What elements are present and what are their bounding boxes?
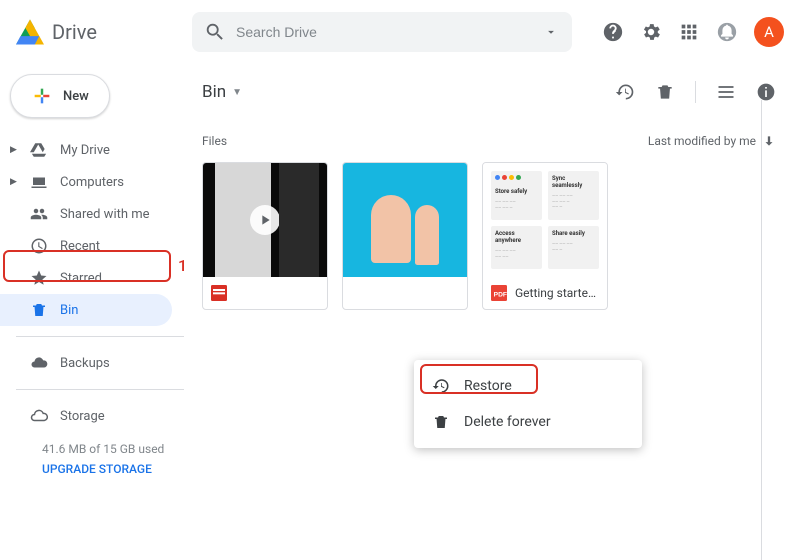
sort-control[interactable]: Last modified by me: [648, 134, 776, 148]
sidebar-item-computers[interactable]: ▶ Computers: [0, 166, 172, 198]
product-name: Drive: [52, 20, 97, 44]
file-thumbnail: [203, 163, 327, 277]
info-icon[interactable]: [756, 82, 776, 102]
nav-label: My Drive: [60, 143, 110, 158]
nav-label: Shared with me: [60, 207, 150, 222]
page-title-dropdown[interactable]: Bin ▼: [202, 82, 242, 102]
sidebar-item-backups[interactable]: ▶ Backups: [0, 347, 172, 379]
nav-label: Recent: [60, 239, 100, 254]
bin-icon: [432, 413, 450, 431]
file-thumbnail: [343, 163, 467, 277]
search-input[interactable]: [236, 24, 560, 40]
settings-icon[interactable]: [640, 21, 662, 43]
header: Drive A: [0, 0, 800, 64]
new-button[interactable]: New: [10, 74, 110, 118]
drive-icon: [30, 141, 48, 159]
search-dropdown-icon[interactable]: [540, 21, 562, 43]
sidebar-item-shared-with-me[interactable]: ▶ Shared with me: [0, 198, 172, 230]
new-button-label: New: [63, 89, 89, 104]
account-avatar[interactable]: A: [754, 17, 784, 47]
sidebar: New ▶ My Drive ▶ Computers ▶ Shared with…: [0, 64, 184, 560]
doc-tile-title: Sync seamlessly: [548, 171, 599, 193]
sidebar-item-storage[interactable]: ▶ Storage: [0, 400, 172, 432]
sidebar-item-starred[interactable]: ▶ Starred: [0, 262, 172, 294]
sidebar-item-my-drive[interactable]: ▶ My Drive: [0, 134, 172, 166]
sidebar-item-recent[interactable]: ▶ Recent: [0, 230, 172, 262]
file-card-image[interactable]: [342, 162, 468, 310]
divider: [16, 336, 184, 337]
clock-icon: [30, 237, 48, 255]
sort-label: Last modified by me: [648, 134, 756, 148]
computers-icon: [30, 173, 48, 191]
main-content: Bin ▼ Files Last modified by me: [184, 64, 800, 560]
nav-label: Starred: [60, 271, 102, 286]
delete-action-icon[interactable]: [655, 82, 675, 102]
file-name: Getting starte…: [515, 286, 596, 300]
logo-area[interactable]: Drive: [16, 19, 184, 45]
context-restore-label: Restore: [464, 378, 512, 394]
context-delete-label: Delete forever: [464, 414, 551, 430]
cloud-solid-icon: [30, 354, 48, 372]
apps-icon[interactable]: [678, 21, 700, 43]
file-thumbnail: Store safely—— —— ———— —— — Sync seamles…: [483, 163, 607, 277]
svg-text:PDF: PDF: [494, 291, 507, 298]
search-icon: [204, 21, 226, 43]
toolbar-divider: [695, 81, 696, 103]
context-menu: Restore Delete forever: [414, 360, 642, 448]
nav-label: Backups: [60, 356, 110, 371]
star-icon: [30, 269, 48, 287]
plus-icon: [31, 85, 53, 107]
storage-used-text: 41.6 MB of 15 GB used: [42, 442, 184, 456]
drive-logo-icon: [16, 19, 44, 45]
search-bar[interactable]: [192, 12, 572, 52]
sidebar-item-bin[interactable]: ▶ Bin: [0, 294, 172, 326]
upgrade-storage-link[interactable]: UPGRADE STORAGE: [42, 462, 184, 476]
file-card-pdf[interactable]: Store safely—— —— ———— —— — Sync seamles…: [482, 162, 608, 310]
play-icon: [250, 205, 280, 235]
chevron-right-icon: ▶: [10, 177, 18, 187]
context-delete-forever[interactable]: Delete forever: [414, 404, 642, 440]
arrow-down-icon: [762, 134, 776, 148]
people-icon: [30, 205, 48, 223]
nav-label: Computers: [60, 175, 124, 190]
doc-tile-title: Store safely: [491, 184, 542, 199]
doc-tile-title: Share easily: [548, 226, 599, 241]
image-file-icon: [351, 285, 367, 301]
chevron-down-icon: ▼: [232, 87, 242, 98]
chevron-right-icon: ▶: [10, 145, 18, 155]
list-view-icon[interactable]: [716, 82, 736, 102]
help-icon[interactable]: [602, 21, 624, 43]
divider: [16, 389, 184, 390]
cloud-outline-icon: [30, 407, 48, 425]
nav-label: Storage: [60, 409, 105, 424]
pdf-file-icon: PDF: [491, 285, 507, 301]
page-title: Bin: [202, 82, 226, 102]
restore-action-icon[interactable]: [615, 82, 635, 102]
notifications-icon[interactable]: [716, 21, 738, 43]
bin-icon: [30, 301, 48, 319]
file-card-video[interactable]: [202, 162, 328, 310]
files-section-label: Files: [202, 134, 227, 148]
scrollbar[interactable]: [761, 100, 762, 560]
nav-label: Bin: [60, 303, 78, 318]
context-restore[interactable]: Restore: [414, 368, 642, 404]
restore-icon: [432, 377, 450, 395]
doc-tile-title: Access anywhere: [491, 226, 542, 248]
video-file-icon: [211, 285, 227, 301]
